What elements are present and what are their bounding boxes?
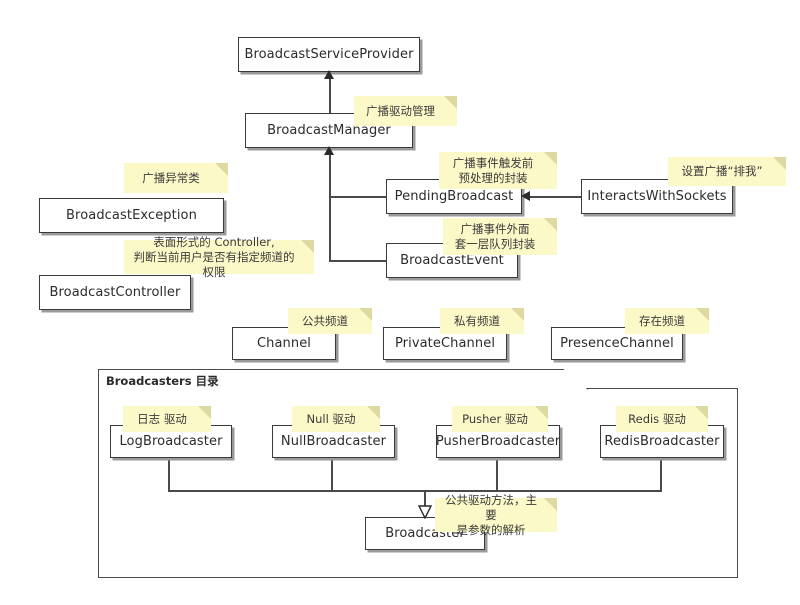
node-label: PresenceChannel <box>560 336 674 351</box>
note-text: 公共频道 <box>302 313 348 328</box>
note-text: Redis 驱动 <box>628 411 686 426</box>
note-redis-broadcaster: Redis 驱动 <box>616 406 708 432</box>
note-private-channel: 私有频道 <box>440 308 524 334</box>
note-pusher-broadcaster: Pusher 驱动 <box>452 406 548 432</box>
node-broadcast-controller[interactable]: BroadcastController <box>39 275 191 310</box>
arrowhead-bus-to-broadcaster <box>417 505 433 519</box>
note-text: 公共驱动方法，主要 是参数的解析 <box>445 492 537 537</box>
note-fold-icon <box>535 406 548 419</box>
note-fold-icon <box>773 157 786 170</box>
node-label: RedisBroadcaster <box>604 434 720 449</box>
note-interacts-with-sockets: 设置广播“排我” <box>668 157 786 186</box>
connector-null-down <box>331 458 333 491</box>
note-fold-icon <box>301 240 314 253</box>
note-text: 广播驱动管理 <box>366 103 435 118</box>
note-text: 广播事件触发前 预处理的封装 <box>452 155 534 185</box>
note-text: Pusher 驱动 <box>462 411 528 426</box>
node-broadcast-service-provider[interactable]: BroadcastServiceProvider <box>238 37 420 72</box>
connector-pusher-down <box>496 458 498 491</box>
arrowhead-sockets-to-pending <box>521 191 530 201</box>
note-text: 表面形式的 Controller, 判断当前用户是否有指定频道的权限 <box>133 234 295 279</box>
note-null-broadcaster: Null 驱动 <box>292 406 380 432</box>
note-fold-icon <box>511 308 524 321</box>
connector-trunk-vertical <box>329 155 331 262</box>
note-fold-icon <box>695 406 708 419</box>
node-label: InteractsWithSockets <box>587 189 727 204</box>
note-fold-icon <box>444 96 457 109</box>
note-text: 日志 驱动 <box>137 411 187 426</box>
note-broadcast-event: 广播事件外面 套一层队列封装 <box>443 218 557 255</box>
connector-sockets-to-pending <box>530 196 582 198</box>
note-log-broadcaster: 日志 驱动 <box>123 406 211 432</box>
note-broadcaster: 公共驱动方法，主要 是参数的解析 <box>435 493 557 537</box>
node-label: LogBroadcaster <box>119 434 223 449</box>
note-fold-icon <box>367 406 380 419</box>
note-channel: 公共频道 <box>288 308 372 334</box>
node-label: PendingBroadcast <box>394 189 514 204</box>
diagram-canvas: Broadcasters 目录 BroadcastServiceProvider… <box>0 0 800 605</box>
note-broadcast-controller: 表面形式的 Controller, 判断当前用户是否有指定频道的权限 <box>124 235 314 279</box>
note-fold-icon <box>215 163 228 176</box>
arrowhead-trunk-to-manager <box>324 146 334 155</box>
note-broadcast-manager: 广播驱动管理 <box>354 96 457 126</box>
connector-broadcaster-bus <box>168 490 662 492</box>
note-fold-icon <box>696 308 709 321</box>
node-label: PrivateChannel <box>394 336 496 351</box>
connector-manager-to-provider <box>329 79 331 113</box>
note-fold-icon <box>544 152 557 165</box>
note-text: 存在频道 <box>639 313 685 328</box>
connector-log-down <box>168 458 170 491</box>
note-text: 设置广播“排我” <box>681 164 763 178</box>
note-text: 私有频道 <box>454 313 500 328</box>
note-text: 广播异常类 <box>142 170 200 185</box>
note-text: 广播事件外面 套一层队列封装 <box>454 221 536 251</box>
connector-trunk-to-pending <box>329 196 387 198</box>
note-fold-icon <box>544 498 557 511</box>
note-fold-icon <box>544 218 557 231</box>
note-fold-icon <box>359 308 372 321</box>
node-label: Channel <box>256 336 312 351</box>
arrowhead-manager-to-provider <box>324 70 334 79</box>
note-text: Null 驱动 <box>306 411 356 426</box>
node-label: BroadcastEvent <box>400 253 504 268</box>
connector-redis-down <box>660 458 662 491</box>
note-fold-icon <box>198 406 211 419</box>
note-presence-channel: 存在频道 <box>625 308 709 334</box>
note-pending-broadcast: 广播事件触发前 预处理的封装 <box>439 152 557 189</box>
node-label: PusherBroadcaster <box>435 434 561 449</box>
node-label: BroadcastServiceProvider <box>244 47 414 62</box>
note-broadcast-exception: 广播异常类 <box>124 163 228 193</box>
node-label: NullBroadcaster <box>280 434 387 449</box>
connector-trunk-to-event <box>329 260 387 262</box>
node-label: BroadcastException <box>66 208 197 223</box>
node-broadcast-exception[interactable]: BroadcastException <box>39 198 224 233</box>
broadcasters-package-title: Broadcasters 目录 <box>106 374 219 388</box>
node-label: BroadcastController <box>49 285 181 300</box>
